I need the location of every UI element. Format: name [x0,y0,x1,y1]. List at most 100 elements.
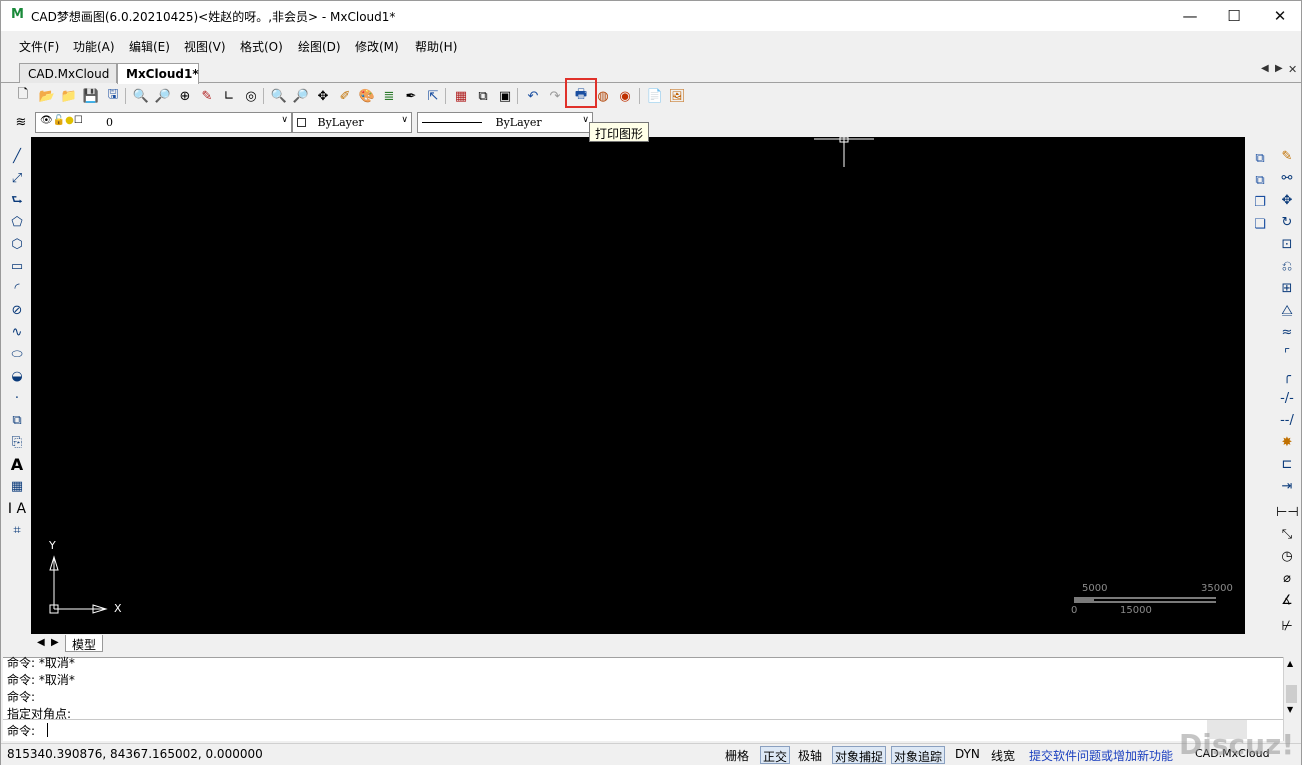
break-icon[interactable]: ⊏ [1276,455,1298,475]
xline-icon[interactable]: ⤢ [6,169,28,189]
toggle-ortho[interactable]: 正交 [760,746,791,764]
layout-prev-icon[interactable]: ◀ [37,637,45,648]
hatch-icon[interactable]: ⌗ [6,521,28,541]
point-icon[interactable]: · [6,389,28,409]
menu-file[interactable]: 文件(F) [19,38,59,55]
tab-cad-mxcloud[interactable]: CAD.MxCloud [19,63,117,83]
offset-icon[interactable]: ≈ [1276,323,1298,343]
toggle-dyn[interactable]: DYN [953,746,982,764]
pdf-export-icon[interactable]: 📄 [645,86,665,106]
open-file-icon[interactable]: 📂 [37,86,57,106]
stretch-icon[interactable]: ⎌ [1276,257,1298,277]
pan-icon[interactable]: ✥ [313,86,333,106]
menu-view[interactable]: 视图(V) [184,38,226,55]
zoom-out-icon[interactable]: 🔎 [153,86,173,106]
drawing-canvas[interactable]: Y X 5000 35000 0 15000 [31,137,1245,634]
linetype-select[interactable]: ByLayer ∨ [417,112,593,133]
mtext-icon[interactable]: I A [6,499,28,519]
draworder-under-icon[interactable]: ❏ [1249,215,1271,235]
ellipse-icon[interactable]: ⬭ [6,345,28,365]
scale-icon[interactable]: ⊡ [1276,235,1298,255]
copy-icon[interactable]: ⚯ [1276,169,1298,189]
insert-block-icon[interactable]: ⧉ [473,86,493,106]
mirror-icon[interactable]: ⧋ [1276,301,1298,321]
minimize-button[interactable]: — [1167,1,1213,31]
polyline-icon[interactable]: ⮑ [6,191,28,211]
tab-close-icon[interactable]: ✕ [1288,63,1297,76]
draworder-above-icon[interactable]: ❐ [1249,193,1271,213]
dim-radius-icon[interactable]: ◷ [1276,547,1298,567]
menu-format[interactable]: 格式(O) [240,38,283,55]
save-icon[interactable]: 💾 [81,86,101,106]
tab-next-icon[interactable]: ▶ [1275,63,1283,74]
command-input-line[interactable]: 命令: [3,719,1283,739]
open-recent-icon[interactable]: 📁 [59,86,79,106]
tab-prev-icon[interactable]: ◀ [1261,63,1269,74]
close-button[interactable]: ✕ [1257,1,1302,31]
tab-model[interactable]: 模型 [65,635,104,652]
toggle-polar[interactable]: 极轴 [796,746,824,764]
arc-icon[interactable]: ◜ [6,279,28,299]
polygon-icon[interactable]: ⬠ [6,213,28,233]
dim-angular-icon[interactable]: ∡ [1276,591,1298,611]
zoom-previous-icon[interactable]: 🔎 [291,86,311,106]
pen-icon[interactable]: ✒ [401,86,421,106]
array-icon[interactable]: ⊞ [1276,279,1298,299]
toggle-grid[interactable]: 栅格 [723,746,751,764]
make-block-icon[interactable]: ⎘ [6,433,28,453]
erase-icon[interactable]: ✎ [1276,147,1298,167]
menu-edit[interactable]: 编辑(E) [129,38,170,55]
explode-icon[interactable]: ✸ [1276,433,1298,453]
circle-icon[interactable]: ⊘ [6,301,28,321]
block-icon[interactable]: ▦ [451,86,471,106]
image-export-icon[interactable]: 🖼 [667,86,687,106]
redo-icon[interactable]: ↷ [545,86,565,106]
toggle-otrack[interactable]: 对象追踪 [891,746,946,764]
move-icon[interactable]: ✥ [1276,191,1298,211]
save-as-icon[interactable]: 🖫 [103,86,123,106]
dim-diameter-icon[interactable]: ⌀ [1276,569,1298,589]
toggle-osnap[interactable]: 对象捕捉 [832,746,887,764]
insert-block-icon[interactable]: ⧉ [6,411,28,431]
feedback-link[interactable]: 提交软件问题或增加新功能 [1027,746,1175,764]
fillet-icon[interactable]: ╭ [1276,367,1298,387]
zoom-window-icon[interactable]: 🔍 [131,86,151,106]
dim-aligned-icon[interactable]: ⤡ [1276,525,1298,545]
properties-icon[interactable]: 🎨 [357,86,377,106]
scroll-down-icon[interactable]: ▼ [1287,705,1293,714]
rectangle-icon[interactable]: ▭ [6,257,28,277]
spline-icon[interactable]: ∿ [6,323,28,343]
ucs-icon[interactable]: ∟ [219,86,239,106]
layers-icon[interactable]: ≣ [379,86,399,106]
erase-icon[interactable]: ✎ [197,86,217,106]
menu-modify[interactable]: 修改(M) [355,38,399,55]
scroll-thumb[interactable] [1286,685,1297,703]
draworder-back-icon[interactable]: ⧉ [1249,171,1271,191]
line-icon[interactable]: ╱ [6,147,28,167]
rectangle-pentagon-icon[interactable]: ⬡ [6,235,28,255]
text-icon[interactable]: A [6,455,28,475]
menu-help[interactable]: 帮助(H) [415,38,457,55]
undo-icon[interactable]: ↶ [523,86,543,106]
layer-select[interactable]: 👁🔓●☐ 0 ∨ [35,112,292,133]
export-icon[interactable]: ⇱ [423,86,443,106]
layer-manager-icon[interactable]: ≋ [11,112,31,132]
extend-icon[interactable]: --/ [1276,411,1298,431]
toggle-lineweight[interactable]: 线宽 [989,746,1017,764]
realtime-zoom-icon[interactable]: 🔍 [269,86,289,106]
join-icon[interactable]: ⇥ [1276,477,1298,497]
chamfer-icon[interactable]: ⌜ [1276,345,1298,365]
dim-continue-icon[interactable]: ⊬ [1276,617,1298,637]
color-select[interactable]: ByLayer ∨ [292,112,412,133]
maximize-button[interactable]: ☐ [1211,1,1257,31]
match-properties-icon[interactable]: ✐ [335,86,355,106]
table-icon[interactable]: ▦ [6,477,28,497]
layout-next-icon[interactable]: ▶ [51,637,59,648]
web-icon[interactable]: ◉ [615,86,635,106]
menu-draw[interactable]: 绘图(D) [298,38,341,55]
zoom-extents-icon[interactable]: ◎ [241,86,261,106]
zoom-in-icon[interactable]: ⊕ [175,86,195,106]
ellipse-arc-icon[interactable]: ◒ [6,367,28,387]
new-file-icon[interactable]: 🗋 [13,86,33,106]
menu-function[interactable]: 功能(A) [73,38,115,55]
